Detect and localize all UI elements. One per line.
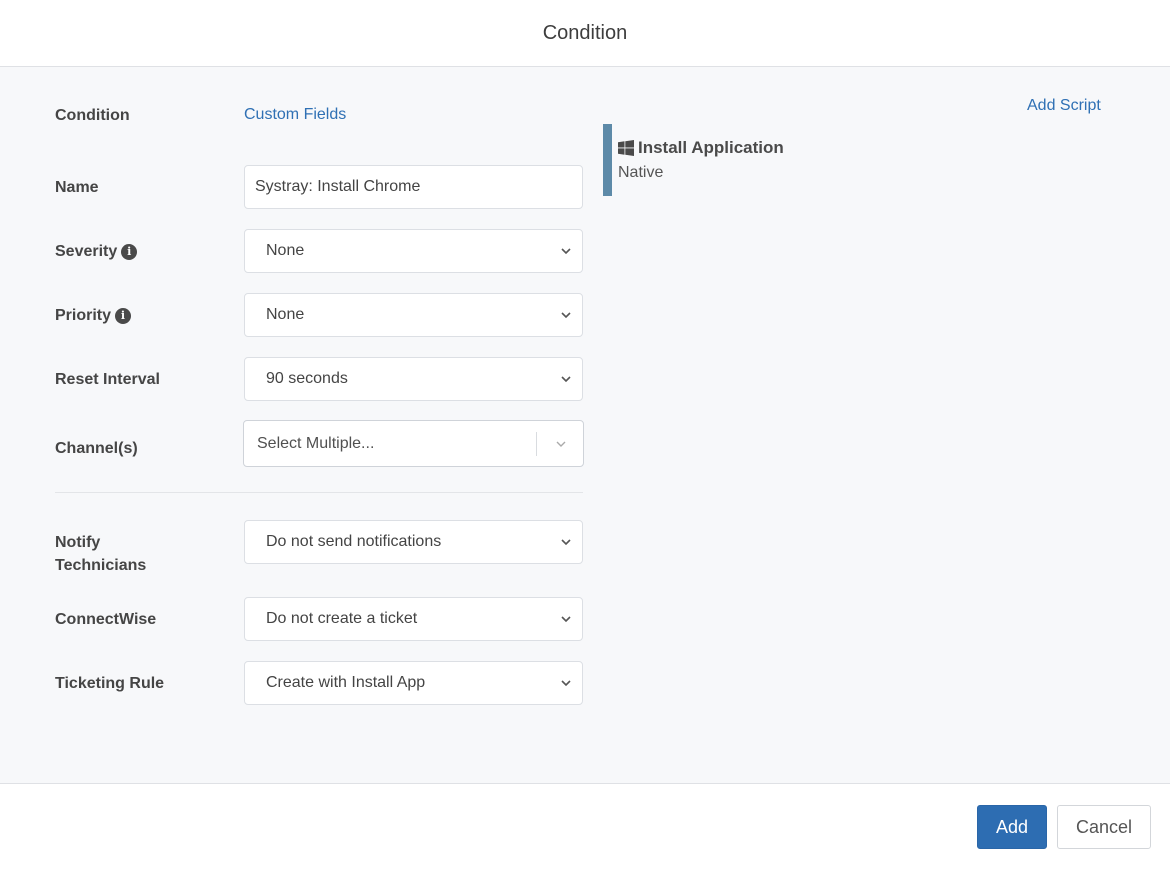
notify-technicians-label-line2: Technicians <box>55 557 147 574</box>
modal-body: Condition Custom Fields Add Script Name … <box>0 67 1170 784</box>
severity-label: Severity i <box>55 240 138 263</box>
windows-icon <box>618 140 634 156</box>
priority-label: Priority i <box>55 304 132 327</box>
custom-fields-link[interactable]: Custom Fields <box>244 104 346 126</box>
priority-select[interactable]: None <box>244 293 583 337</box>
channels-multiselect[interactable]: Select Multiple... <box>243 420 584 467</box>
priority-select-value[interactable]: None <box>244 293 583 337</box>
modal-footer: Add Cancel <box>0 784 1170 870</box>
script-card[interactable]: Install Application Native <box>603 124 903 196</box>
notify-technicians-label-line1: Notify <box>55 534 101 551</box>
chevron-down-icon <box>561 248 571 255</box>
chevron-down-icon[interactable] <box>555 438 567 450</box>
channels-placeholder: Select Multiple... <box>257 434 375 452</box>
ticketing-rule-label: Ticketing Rule <box>55 675 165 692</box>
multiselect-separator <box>536 432 537 456</box>
connectwise-select-value[interactable]: Do not create a ticket <box>244 597 583 641</box>
name-label: Name <box>55 179 99 196</box>
reset-interval-select[interactable]: 90 seconds <box>244 357 583 401</box>
ticketing-rule-select[interactable]: Create with Install App <box>244 661 583 705</box>
notify-technicians-select[interactable]: Do not send notifications <box>244 520 583 564</box>
channels-label: Channel(s) <box>55 440 138 457</box>
info-icon[interactable]: i <box>121 244 138 260</box>
connectwise-select[interactable]: Do not create a ticket <box>244 597 583 641</box>
cancel-button[interactable]: Cancel <box>1057 805 1151 849</box>
severity-label-text: Severity <box>55 243 118 260</box>
section-divider <box>55 492 583 493</box>
connectwise-label: ConnectWise <box>55 611 157 628</box>
priority-label-text: Priority <box>55 307 112 324</box>
chevron-down-icon <box>561 312 571 319</box>
script-subtitle: Native <box>618 164 664 181</box>
modal-title: Condition <box>542 21 628 44</box>
severity-select-value[interactable]: None <box>244 229 583 273</box>
chevron-down-icon <box>561 539 571 546</box>
script-title-row: Install Application <box>618 137 903 159</box>
notify-technicians-select-value[interactable]: Do not send notifications <box>244 520 583 564</box>
reset-interval-select-value[interactable]: 90 seconds <box>244 357 583 401</box>
script-title: Install Application <box>638 138 784 157</box>
chevron-down-icon <box>561 376 571 383</box>
notify-technicians-label: Notify Technicians <box>55 531 146 577</box>
severity-select[interactable]: None <box>244 229 583 273</box>
modal-header: Condition <box>0 0 1170 67</box>
chevron-down-icon <box>561 680 571 687</box>
name-input[interactable] <box>244 165 583 209</box>
condition-label: Condition <box>55 107 130 124</box>
info-icon[interactable]: i <box>115 308 132 324</box>
add-script-link[interactable]: Add Script <box>1027 95 1101 117</box>
ticketing-rule-select-value[interactable]: Create with Install App <box>244 661 583 705</box>
add-button[interactable]: Add <box>977 805 1047 849</box>
reset-interval-label: Reset Interval <box>55 371 160 388</box>
chevron-down-icon <box>561 616 571 623</box>
